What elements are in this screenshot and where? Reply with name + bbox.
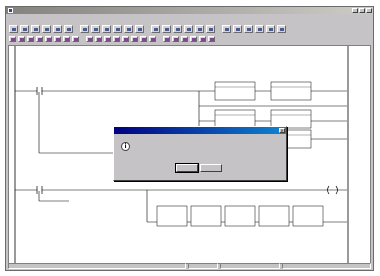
contact-2 [36,186,43,194]
toolbar-button-icon[interactable] [42,24,51,33]
toolbar-button-icon[interactable] [86,36,93,42]
menu-bar [6,14,373,22]
toolbar-button-icon[interactable] [208,36,215,42]
toolbar-button-icon[interactable] [80,24,89,33]
close-button[interactable] [366,8,372,13]
toolbar-button-icon[interactable] [18,36,25,42]
toolbar-button-icon[interactable] [36,36,43,42]
information-icon: i [121,142,130,151]
toolbar-button-icon[interactable] [151,24,160,33]
dialog-ok-button[interactable] [175,163,199,173]
secondary-toolbar [6,35,373,43]
message-dialog: × i [113,126,287,181]
main-toolbar [6,23,373,34]
toolbar-button-icon[interactable] [162,24,171,33]
toolbar-button-icon[interactable] [135,24,144,33]
toolbar-button-icon[interactable] [173,24,182,33]
window-controls [352,8,372,13]
function-block-1 [214,81,256,101]
toolbar-button-icon[interactable] [172,36,179,42]
toolbar-button-icon[interactable] [277,24,286,33]
dialog-close-icon[interactable]: × [279,128,285,133]
toolbar-button-icon[interactable] [95,36,102,42]
function-block-2 [270,81,312,101]
toolbar-button-icon[interactable] [266,24,275,33]
toolbar-button-icon[interactable] [20,24,29,33]
toolbar-button-icon[interactable] [45,36,52,42]
status-cell [188,263,219,269]
toolbar-button-icon[interactable] [63,36,70,42]
toolbar-button-icon[interactable] [184,24,193,33]
dialog-button-row [175,163,222,173]
toolbar-button-icon[interactable] [244,24,253,33]
toolbar-button-icon[interactable] [206,24,215,33]
maximize-button[interactable] [359,8,365,13]
function-block-6 [156,205,324,227]
toolbar-button-icon[interactable] [149,36,156,42]
toolbar-button-icon[interactable] [199,36,206,42]
status-cell [8,263,187,269]
toolbar-button-icon[interactable] [255,24,264,33]
status-cell [281,263,371,269]
toolbar-button-icon[interactable] [124,24,133,33]
toolbar-button-icon[interactable] [53,24,62,33]
toolbar-button-icon[interactable] [222,24,231,33]
status-bar [6,262,373,270]
toolbar-button-icon[interactable] [102,24,111,33]
toolbar-button-icon[interactable] [195,24,204,33]
status-cell [220,263,280,269]
toolbar-button-icon[interactable] [163,36,170,42]
toolbar-button-icon[interactable] [113,36,120,42]
title-bar [6,7,373,14]
toolbar-button-icon[interactable] [9,36,16,42]
toolbar-button-icon[interactable] [113,24,122,33]
toolbar-button-icon[interactable] [64,24,73,33]
toolbar-button-icon[interactable] [104,36,111,42]
toolbar-button-icon[interactable] [54,36,61,42]
toolbar-button-icon[interactable] [140,36,147,42]
plc-app-icon [8,8,13,13]
toolbar-button-icon[interactable] [131,36,138,42]
toolbar-button-icon[interactable] [72,36,79,42]
toolbar-button-icon[interactable] [190,36,197,42]
minimize-button[interactable] [352,8,358,13]
toolbar-button-icon[interactable] [233,24,242,33]
dialog-title-bar: × [114,127,286,134]
toolbar-button-icon[interactable] [91,24,100,33]
toolbar-button-icon[interactable] [9,24,18,33]
dialog-cancel-button[interactable] [200,164,222,172]
toolbar-button-icon[interactable] [122,36,129,42]
contact-1 [36,87,43,95]
toolbar-button-icon[interactable] [181,36,188,42]
toolbar-button-icon[interactable] [31,24,40,33]
toolbar-button-icon[interactable] [27,36,34,42]
